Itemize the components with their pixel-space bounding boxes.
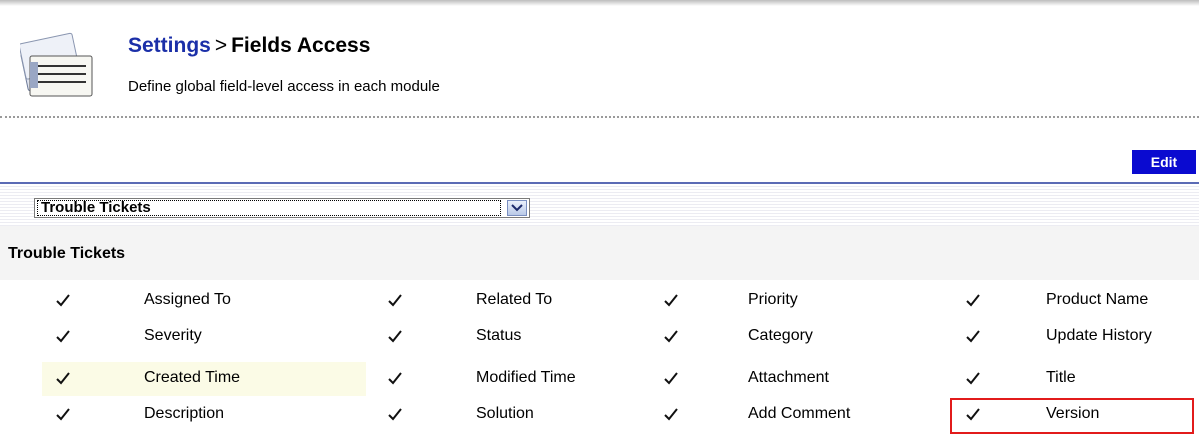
field-label: Status [476, 327, 522, 344]
chevron-down-icon[interactable] [507, 200, 527, 216]
checkmark-icon [48, 318, 78, 354]
module-select[interactable]: Trouble Tickets [34, 198, 530, 218]
field-label: Priority [748, 291, 798, 308]
checkmark-icon [380, 318, 410, 354]
checkmark-icon [48, 282, 78, 318]
highlight-box [950, 398, 1194, 434]
field-label: Severity [144, 327, 202, 344]
checkmark-icon [380, 396, 410, 432]
divider [0, 116, 1199, 118]
page-title-text: Fields Access [231, 34, 371, 57]
field-label: Assigned To [144, 291, 231, 308]
breadcrumb-separator: > [214, 34, 228, 57]
checkmark-icon [656, 396, 686, 432]
checkmark-icon [48, 396, 78, 432]
top-shadow [0, 0, 1199, 6]
checkmark-icon [958, 360, 988, 396]
settings-link[interactable]: Settings [128, 34, 211, 57]
field-label: Attachment [748, 369, 829, 386]
checkmark-icon [380, 360, 410, 396]
module-select-value: Trouble Tickets [37, 200, 501, 216]
field-label: Description [144, 405, 225, 422]
field-label: Product Name [1046, 291, 1149, 308]
checkmark-icon [48, 360, 78, 396]
module-select-bar: Trouble Tickets [0, 182, 1199, 228]
edit-button[interactable]: Edit [1132, 150, 1196, 174]
field-label: Created Time [144, 369, 241, 386]
checkmark-icon [656, 360, 686, 396]
field-label: Add Comment [748, 405, 851, 422]
page-subtitle: Define global field-level access in each… [128, 78, 440, 95]
field-label: Title [1046, 369, 1076, 386]
field-label: Update History [1046, 327, 1152, 344]
checkmark-icon [656, 282, 686, 318]
field-label: Related To [476, 291, 553, 308]
page-title: Settings > Fields Access [128, 34, 370, 58]
checkmark-icon [958, 282, 988, 318]
checkmark-icon [380, 282, 410, 318]
section-header: Trouble Tickets [0, 226, 1199, 280]
field-label: Category [748, 327, 813, 344]
checkmark-icon [656, 318, 686, 354]
section-title: Trouble Tickets [8, 245, 126, 262]
settings-fields-icon [18, 30, 98, 98]
checkmark-icon [958, 318, 988, 354]
field-label: Modified Time [476, 369, 576, 386]
field-label: Solution [476, 405, 534, 422]
